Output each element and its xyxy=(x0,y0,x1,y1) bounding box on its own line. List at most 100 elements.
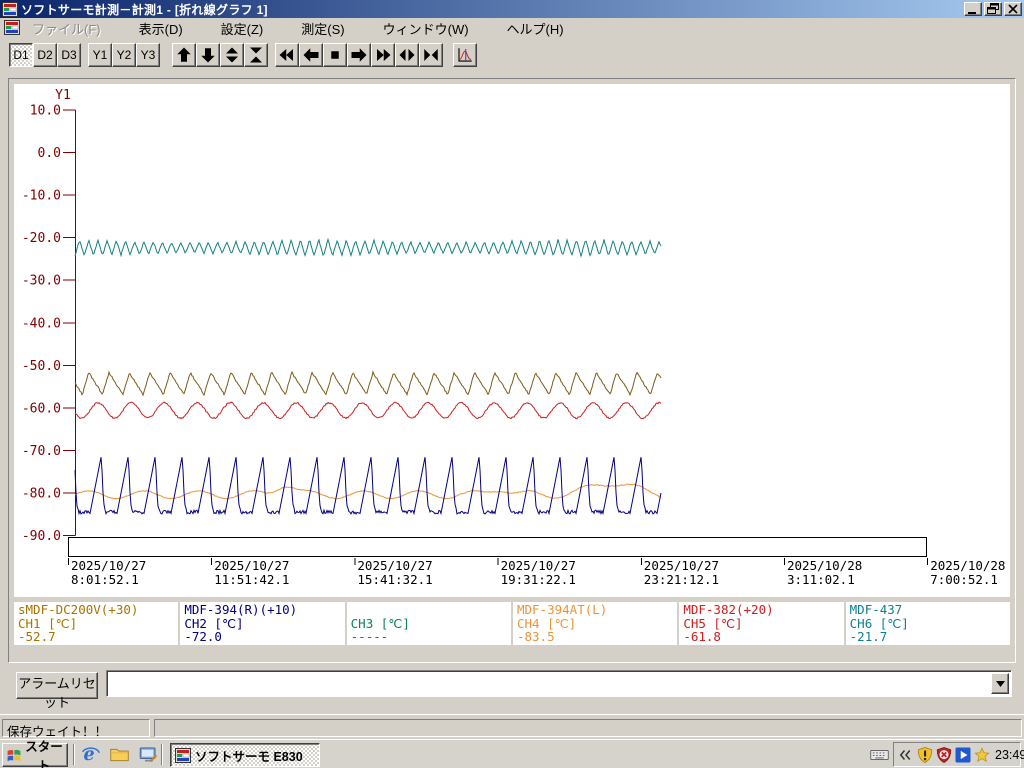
svg-text:-50.0: -50.0 xyxy=(22,359,61,374)
legend-value: ----- xyxy=(351,630,507,644)
toolbar-button-y1[interactable]: Y1 xyxy=(88,43,112,67)
series-ch5 xyxy=(75,402,661,419)
start-label: スタート xyxy=(24,736,64,768)
toolbar-button-d2[interactable]: D2 xyxy=(33,43,57,67)
toolbar-button-y2[interactable]: Y2 xyxy=(112,43,136,67)
toolbar-button-arrow-down[interactable] xyxy=(196,43,220,67)
arrow-left-icon xyxy=(302,46,320,64)
svg-text:10.0: 10.0 xyxy=(30,104,61,119)
menu-ウィンドウW[interactable]: ウィンドウ(W) xyxy=(379,17,473,40)
document-icon[interactable] xyxy=(4,20,20,36)
shield-warning-icon[interactable] xyxy=(916,746,934,764)
combo-value[interactable] xyxy=(109,673,990,694)
toolbar-button-y3[interactable]: Y3 xyxy=(136,43,160,67)
taskbar-app-button[interactable]: ソフトサーモ E830 xyxy=(170,743,320,767)
legend-title: MDF-437 xyxy=(850,603,1006,617)
channel-legend: sMDF-DC200V(+30)CH1 [℃]-52.7MDF-394(R)(+… xyxy=(14,602,1010,645)
toolbar-group: Y1Y2Y3 xyxy=(88,43,160,67)
legend-channel: CH6 [℃] xyxy=(850,617,1006,631)
app-icon xyxy=(175,748,191,763)
quick-launch: e xyxy=(80,744,159,765)
legend-title: MDF-394(R)(+10) xyxy=(184,603,340,617)
expand-horizontal-icon xyxy=(398,46,416,64)
menu-items: ファイル(F)表示(D)設定(Z)測定(S)ウィンドウ(W)ヘルプ(H) xyxy=(28,17,568,40)
toolbar-button-arrow-right[interactable] xyxy=(347,43,371,67)
toolbar-button-stop-square[interactable] xyxy=(323,43,347,67)
legend-value: -61.8 xyxy=(683,630,839,644)
legend-cell-ch4: MDF-394AT(L)CH4 [℃]-83.5 xyxy=(513,602,677,645)
svg-text:Y1: Y1 xyxy=(55,88,71,103)
toolbar-button-double-right[interactable] xyxy=(371,43,395,67)
toolbar-button-graph-settings[interactable] xyxy=(453,43,477,67)
internet-explorer-icon[interactable]: e xyxy=(80,744,101,765)
toolbar-button-expand-vertical[interactable] xyxy=(220,43,244,67)
arrow-down-icon xyxy=(199,46,217,64)
svg-text:-20.0: -20.0 xyxy=(22,231,61,246)
folder-icon[interactable] xyxy=(109,744,130,765)
media-play-icon[interactable] xyxy=(954,746,972,764)
toolbar-button-double-left[interactable] xyxy=(275,43,299,67)
tray-icons xyxy=(897,746,991,764)
restore-button[interactable] xyxy=(984,2,1002,16)
toolbar-button-d3[interactable]: D3 xyxy=(57,43,81,67)
legend-cell-ch6: MDF-437CH6 [℃]-21.7 xyxy=(846,602,1010,645)
stop-square-icon xyxy=(326,46,344,64)
taskbar-divider xyxy=(73,744,75,765)
shield-error-icon[interactable] xyxy=(935,746,953,764)
svg-text:2025/10/27: 2025/10/27 xyxy=(357,558,432,573)
toolbar-button-expand-horizontal[interactable] xyxy=(395,43,419,67)
toolbar-button-collapse-vertical[interactable] xyxy=(244,43,268,67)
alarm-reset-button[interactable]: アラームリセット xyxy=(16,672,98,699)
collapse-horizontal-icon xyxy=(422,46,440,64)
double-right-icon xyxy=(374,46,392,64)
taskbar-divider xyxy=(161,744,163,765)
svg-text:8:01:52.1: 8:01:52.1 xyxy=(71,572,139,587)
svg-text:15:41:32.1: 15:41:32.1 xyxy=(357,572,432,587)
series-ch6 xyxy=(75,239,661,256)
svg-text:3:11:02.1: 3:11:02.1 xyxy=(787,572,855,587)
show-desktop-icon[interactable] xyxy=(138,744,159,765)
toolbar-button-d1[interactable]: D1 xyxy=(9,43,33,67)
legend-cell-ch2: MDF-394(R)(+10)CH2 [℃]-72.0 xyxy=(180,602,344,645)
legend-channel: CH1 [℃] xyxy=(18,617,174,631)
taskbar: スタート e ソフトサーモ E830 23:49 xyxy=(0,739,1024,768)
expand-vertical-icon xyxy=(223,46,241,64)
toolbar-button-arrow-up[interactable] xyxy=(172,43,196,67)
star-icon[interactable] xyxy=(973,746,991,764)
menu-ヘルプH[interactable]: ヘルプ(H) xyxy=(503,17,568,40)
toolbar-button-arrow-left[interactable] xyxy=(299,43,323,67)
svg-text:-10.0: -10.0 xyxy=(22,189,61,204)
legend-value: -83.5 xyxy=(517,630,673,644)
start-button[interactable]: スタート xyxy=(2,743,68,767)
close-button[interactable] xyxy=(1004,2,1022,16)
alarm-combobox[interactable] xyxy=(106,670,1012,697)
menu-測定S[interactable]: 測定(S) xyxy=(297,17,348,40)
keyboard-icon[interactable] xyxy=(869,745,890,765)
double-left-icon xyxy=(278,46,296,64)
system-tray: 23:49 xyxy=(893,742,1021,767)
menu-設定Z[interactable]: 設定(Z) xyxy=(217,17,268,40)
title-bar: ソフトサーモ計測－計測1 - [折れ線グラフ 1] xyxy=(0,0,1024,18)
status-message: 保存ウェイト！！ xyxy=(2,719,150,737)
toolbar-button-collapse-horizontal[interactable] xyxy=(419,43,443,67)
toolbar-group xyxy=(275,43,443,67)
chevron-left-icon[interactable] xyxy=(897,746,915,764)
graph-settings-icon xyxy=(456,46,474,64)
svg-text:-90.0: -90.0 xyxy=(22,529,61,544)
svg-text:19:31:22.1: 19:31:22.1 xyxy=(501,572,576,587)
legend-channel: CH3 [℃] xyxy=(351,617,507,631)
legend-cell-ch3: CH3 [℃]----- xyxy=(347,602,511,645)
svg-text:23:21:12.1: 23:21:12.1 xyxy=(644,572,719,587)
status-panel-right xyxy=(154,719,1022,737)
svg-text:7:00:52.1: 7:00:52.1 xyxy=(930,572,998,587)
minimize-icon xyxy=(968,12,976,14)
svg-text:-80.0: -80.0 xyxy=(22,486,61,501)
chart-panel: Y110.00.0-10.0-20.0-30.0-40.0-50.0-60.0-… xyxy=(14,84,1010,597)
windows-logo-icon xyxy=(6,747,22,763)
screen: ソフトサーモ計測－計測1 - [折れ線グラフ 1] ファイル(F)表示(D)設定… xyxy=(0,0,1024,768)
combo-dropdown-button[interactable] xyxy=(991,673,1009,694)
legend-channel: CH4 [℃] xyxy=(517,617,673,631)
menu-表示D[interactable]: 表示(D) xyxy=(135,17,187,40)
minimize-button[interactable] xyxy=(964,2,982,16)
app-icon xyxy=(2,2,18,16)
